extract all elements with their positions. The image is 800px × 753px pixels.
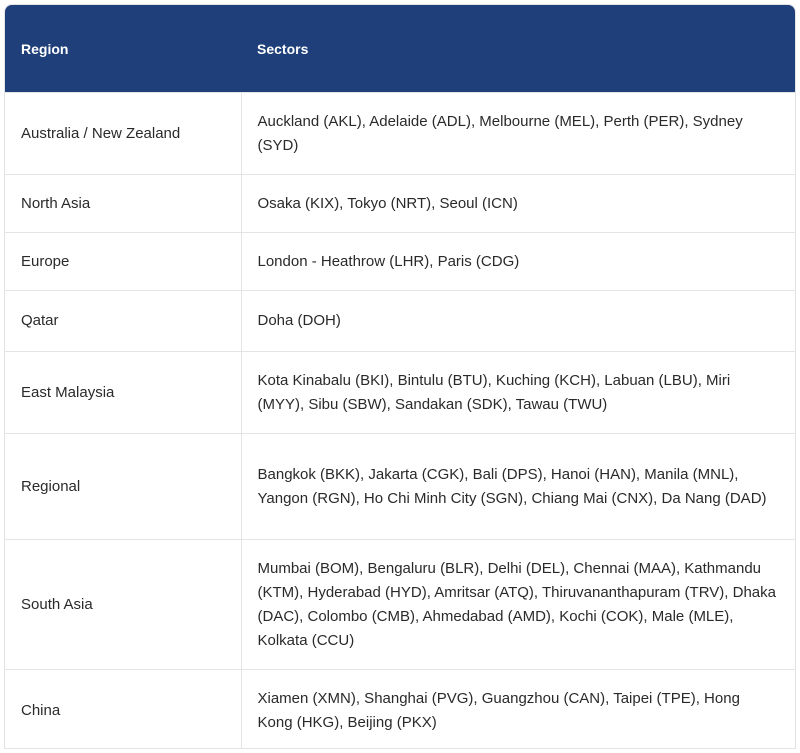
region-cell: Qatar — [5, 290, 241, 352]
table-row: North Asia Osaka (KIX), Tokyo (NRT), Seo… — [5, 174, 795, 233]
region-cell: Australia / New Zealand — [5, 92, 241, 175]
sectors-table: Region Sectors Australia / New Zealand A… — [5, 5, 795, 748]
region-cell: North Asia — [5, 174, 241, 233]
table-row: China Xiamen (XMN), Shanghai (PVG), Guan… — [5, 669, 795, 748]
sectors-cell: London - Heathrow (LHR), Paris (CDG) — [240, 232, 795, 291]
table-row: South Asia Mumbai (BOM), Bengaluru (BLR)… — [5, 539, 795, 670]
table-row: Australia / New Zealand Auckland (AKL), … — [5, 92, 795, 175]
sectors-cell: Osaka (KIX), Tokyo (NRT), Seoul (ICN) — [240, 174, 795, 233]
sectors-cell: Xiamen (XMN), Shanghai (PVG), Guangzhou … — [240, 669, 795, 748]
region-cell: Europe — [5, 232, 241, 291]
table-row: Regional Bangkok (BKK), Jakarta (CGK), B… — [5, 433, 795, 540]
region-cell: South Asia — [5, 539, 241, 670]
table-header: Region Sectors — [5, 5, 795, 93]
table-row: Europe London - Heathrow (LHR), Paris (C… — [5, 232, 795, 291]
sectors-table-container: Region Sectors Australia / New Zealand A… — [4, 4, 796, 749]
region-cell: East Malaysia — [5, 351, 241, 434]
sectors-cell: Auckland (AKL), Adelaide (ADL), Melbourn… — [240, 92, 795, 175]
table-row: Qatar Doha (DOH) — [5, 290, 795, 352]
table-body: Australia / New Zealand Auckland (AKL), … — [5, 92, 795, 748]
table-row: East Malaysia Kota Kinabalu (BKI), Bintu… — [5, 351, 795, 434]
region-column-header: Region — [5, 5, 241, 93]
sectors-cell: Doha (DOH) — [240, 290, 795, 352]
sectors-cell: Mumbai (BOM), Bengaluru (BLR), Delhi (DE… — [240, 539, 795, 670]
region-cell: Regional — [5, 433, 241, 540]
header-row: Region Sectors — [5, 5, 795, 93]
region-cell: China — [5, 669, 241, 748]
sectors-column-header: Sectors — [241, 5, 795, 93]
sectors-cell: Bangkok (BKK), Jakarta (CGK), Bali (DPS)… — [240, 433, 795, 540]
sectors-cell: Kota Kinabalu (BKI), Bintulu (BTU), Kuch… — [240, 351, 795, 434]
